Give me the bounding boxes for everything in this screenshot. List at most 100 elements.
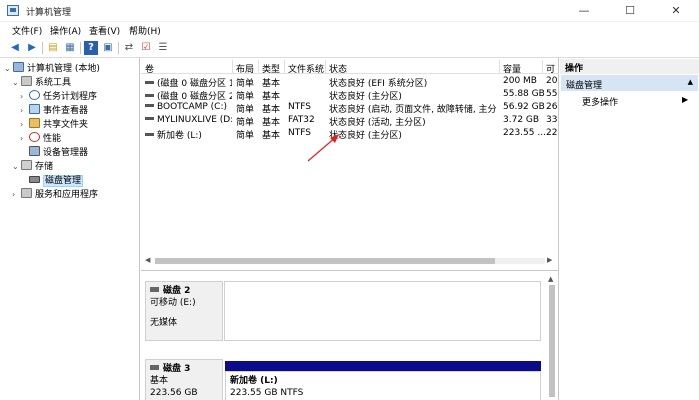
expand-icon[interactable]: › bbox=[12, 190, 21, 199]
scroll-up-icon[interactable]: ▲ bbox=[548, 275, 553, 283]
maximize-button[interactable]: ☐ bbox=[607, 0, 653, 22]
tree-device-manager[interactable]: 设备管理器 bbox=[29, 145, 88, 158]
volume-row[interactable]: (磁盘 0 磁盘分区 1) 简单 基本 状态良好 (EFI 系统分区) 200 … bbox=[141, 75, 559, 89]
menu-action[interactable]: 操作(A) bbox=[50, 24, 81, 37]
collapse-icon[interactable]: ⌄ bbox=[12, 78, 21, 87]
tree-services[interactable]: › 服务和应用程序 bbox=[12, 187, 98, 200]
show-tree-icon[interactable]: ▦ bbox=[63, 41, 77, 55]
expand-icon[interactable]: › bbox=[20, 120, 29, 129]
annotation-arrow-icon bbox=[307, 134, 339, 162]
partition-bar[interactable] bbox=[225, 361, 541, 371]
volume-row[interactable]: MYLINUXLIVE (D:) 简单 基本 FAT32 状态良好 (活动, 主… bbox=[141, 114, 559, 128]
menu-file[interactable]: 文件(F) bbox=[12, 24, 42, 37]
disk-graph-pane: 磁盘 2 可移动 (E:) 无媒体 磁盘 3 基本 223.56 GB 新加卷 … bbox=[141, 270, 559, 400]
column-free[interactable]: 可 bbox=[546, 62, 555, 75]
more-actions-item[interactable]: 更多操作 bbox=[582, 95, 618, 108]
back-arrow-icon[interactable]: ◀ bbox=[8, 41, 22, 55]
vertical-scrollbar[interactable]: ▲ bbox=[547, 275, 557, 399]
scroll-thumb[interactable] bbox=[155, 258, 495, 264]
event-viewer-icon bbox=[29, 104, 40, 114]
disk-2-label[interactable]: 磁盘 2 可移动 (E:) 无媒体 bbox=[145, 281, 223, 341]
column-divider[interactable] bbox=[499, 60, 500, 74]
column-status[interactable]: 状态 bbox=[329, 62, 347, 75]
actions-disk-management[interactable]: 磁盘管理 ▲ bbox=[561, 75, 698, 91]
volume-row[interactable]: 新加卷 (L:) 简单 基本 NTFS 状态良好 (主分区) 223.55 ..… bbox=[141, 127, 559, 141]
scroll-left-icon[interactable]: ◀ bbox=[145, 256, 150, 264]
expand-icon[interactable]: › bbox=[20, 106, 29, 115]
computer-management-icon bbox=[7, 5, 19, 16]
connect-icon[interactable]: ⇄ bbox=[122, 41, 136, 55]
disk-3-label[interactable]: 磁盘 3 基本 223.56 GB bbox=[145, 359, 223, 400]
tree-storage[interactable]: ⌄ 存储 bbox=[12, 159, 53, 172]
volume-icon bbox=[145, 94, 154, 97]
tools-icon bbox=[21, 76, 32, 86]
tree-performance[interactable]: › 性能 bbox=[20, 131, 61, 144]
column-divider[interactable] bbox=[284, 60, 285, 74]
tree-task-scheduler[interactable]: › 任务计划程序 bbox=[20, 89, 97, 102]
disk-icon bbox=[150, 287, 159, 292]
services-icon bbox=[21, 188, 32, 198]
shared-folder-icon bbox=[29, 118, 40, 128]
volume-icon bbox=[145, 104, 154, 107]
window-title: 计算机管理 bbox=[26, 8, 72, 18]
up-folder-icon[interactable]: ▤ bbox=[46, 41, 60, 55]
column-capacity[interactable]: 容量 bbox=[503, 62, 521, 75]
toolbar-separator bbox=[118, 42, 119, 54]
tree-system-tools[interactable]: ⌄ 系统工具 bbox=[12, 75, 71, 88]
actions-header: 操作 bbox=[560, 59, 699, 74]
menu-bar: 文件(F) 操作(A) 查看(V) 帮助(H) bbox=[0, 22, 699, 38]
scroll-right-icon[interactable]: ▶ bbox=[547, 256, 552, 264]
column-divider[interactable] bbox=[325, 60, 326, 74]
volume-list-header: 卷 布局 类型 文件系统 状态 容量 可 bbox=[141, 60, 559, 75]
toolbar-separator bbox=[42, 42, 43, 54]
tree-event-viewer[interactable]: › 事件查看器 bbox=[20, 103, 88, 116]
column-filesystem[interactable]: 文件系统 bbox=[288, 62, 324, 75]
minimize-button[interactable]: — bbox=[561, 0, 607, 22]
collapse-icon[interactable]: ⌄ bbox=[12, 162, 21, 171]
column-divider[interactable] bbox=[232, 60, 233, 74]
menu-view[interactable]: 查看(V) bbox=[89, 24, 120, 37]
tree-disk-management[interactable]: 磁盘管理 bbox=[20, 173, 84, 187]
submenu-arrow-icon: ▶ bbox=[682, 95, 689, 104]
help-icon[interactable]: ? bbox=[84, 41, 98, 55]
expand-icon[interactable]: › bbox=[20, 134, 29, 143]
volume-icon bbox=[145, 133, 154, 136]
column-divider[interactable] bbox=[258, 60, 259, 74]
tree-shared-folders[interactable]: › 共享文件夹 bbox=[20, 117, 88, 130]
clock-icon bbox=[29, 90, 40, 100]
collapse-up-icon[interactable]: ▲ bbox=[688, 78, 693, 86]
properties-icon[interactable]: ☑ bbox=[139, 41, 153, 55]
console-icon[interactable]: ▣ bbox=[101, 41, 115, 55]
toolbar: ◀ ▶ ▤ ▦ ? ▣ ⇄ ☑ ☰ bbox=[0, 38, 699, 58]
actions-pane: 操作 磁盘管理 ▲ 更多操作 ▶ bbox=[560, 58, 699, 400]
column-volume[interactable]: 卷 bbox=[145, 62, 154, 75]
scroll-thumb[interactable] bbox=[549, 285, 555, 397]
performance-icon bbox=[29, 132, 40, 142]
disk-icon bbox=[29, 176, 40, 183]
disk-icon bbox=[150, 365, 159, 370]
device-manager-icon bbox=[29, 146, 40, 156]
computer-icon bbox=[13, 62, 24, 72]
volume-row[interactable]: BOOTCAMP (C:) 简单 基本 NTFS 状态良好 (启动, 页面文件,… bbox=[141, 101, 559, 115]
volume-icon bbox=[145, 81, 154, 84]
navigation-tree: ⌄ 计算机管理 (本地) ⌄ 系统工具 › 任务计划程序 › 事件查看器 › 共享文件夹 … bbox=[0, 58, 140, 400]
forward-arrow-icon[interactable]: ▶ bbox=[25, 41, 39, 55]
volume-icon bbox=[145, 117, 154, 120]
tree-root[interactable]: ⌄ 计算机管理 (本地) bbox=[4, 61, 100, 74]
close-button[interactable]: ✕ bbox=[653, 0, 699, 22]
menu-help[interactable]: 帮助(H) bbox=[129, 24, 161, 37]
storage-icon bbox=[21, 160, 32, 170]
column-divider[interactable] bbox=[542, 60, 543, 74]
volume-row[interactable]: (磁盘 0 磁盘分区 2) 简单 基本 状态良好 (主分区) 55.88 GB … bbox=[141, 88, 559, 102]
expand-icon[interactable]: › bbox=[20, 92, 29, 101]
title-bar: 计算机管理 — ☐ ✕ bbox=[0, 0, 699, 22]
volume-list: 卷 布局 类型 文件系统 状态 容量 可 (磁盘 0 磁盘分区 1) 简单 基本… bbox=[141, 58, 559, 270]
column-type[interactable]: 类型 bbox=[262, 62, 280, 75]
horizontal-scrollbar[interactable]: ◀ ▶ bbox=[145, 256, 555, 266]
collapse-icon[interactable]: ⌄ bbox=[4, 64, 13, 73]
column-layout[interactable]: 布局 bbox=[236, 62, 254, 75]
partition-block[interactable]: 新加卷 (L:) 223.55 GB NTFS bbox=[225, 371, 541, 400]
disk-2-empty-area[interactable] bbox=[224, 281, 541, 341]
view-icon[interactable]: ☰ bbox=[156, 41, 170, 55]
toolbar-separator bbox=[80, 42, 81, 54]
